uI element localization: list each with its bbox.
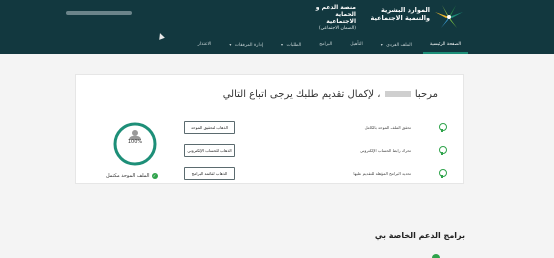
mouse-cursor-icon <box>157 32 165 40</box>
nav-item-label: الصفحة الرئيسية <box>429 42 461 47</box>
platform-title-text: منصة الدعم و الحماية الاجتماعية <box>315 4 356 25</box>
nav-item-home[interactable]: الصفحة الرئيسية <box>421 41 470 54</box>
chevron-down-icon: ▾ <box>281 42 284 47</box>
go-to-unified-profile-button[interactable]: الذهاب لتحقيق الموحد <box>184 121 235 134</box>
nav-item-qualification[interactable]: التأهيل <box>341 41 372 54</box>
go-to-electronic-account-button[interactable]: الذهاب للحساب الإلكتروني <box>184 144 235 157</box>
nav-item-label: الملف الفردي <box>386 43 412 48</box>
nav-item-requests[interactable]: الطلبات ▾ <box>272 41 310 54</box>
ministry-name: الموارد البشرية والتنمية الاجتماعية <box>370 6 430 22</box>
platform-title[interactable]: منصة الدعم و الحماية الاجتماعية (الضمان … <box>304 4 356 32</box>
go-to-programs-list-button[interactable]: الذهاب لقائمة البرامج <box>184 167 235 180</box>
nav-item-label: الطلبات <box>286 43 302 48</box>
welcome-suffix: ، لإكمال تقديم طلبك يرجى اتباع التالي <box>222 89 381 100</box>
chevron-down-icon: ▾ <box>380 42 383 47</box>
check-circle-icon: ✓ <box>151 173 158 179</box>
nav-item-label: البرامج <box>319 42 333 47</box>
lightbulb-icon <box>439 168 447 178</box>
lightbulb-icon <box>439 145 447 155</box>
step-item: تحرك رابط الحساب الإلكتروني <box>359 144 447 156</box>
nav-item-label: إدارة المرفقات <box>234 43 263 48</box>
nav-item-label: التأهيل <box>350 42 363 47</box>
step-text: تحديد البرامج المؤهلة للتقديم عليها <box>353 170 411 176</box>
profile-complete-status: ✓ الملف الموحد مكتمل <box>106 173 158 179</box>
main-navigation: الصفحة الرئيسية الملف الفردي ▾ التأهيل ا… <box>189 41 470 54</box>
welcome-prefix: مرحبا <box>414 89 438 100</box>
nav-item-individual-profile[interactable]: الملف الفردي ▾ <box>372 41 421 54</box>
nav-item-attachments[interactable]: إدارة المرفقات ▾ <box>220 41 272 54</box>
platform-subtitle: (الضمان الاجتماعي) <box>318 26 356 31</box>
step-item: تحقق الملف الموحد بالكامل <box>364 121 447 133</box>
application-steps-card: مرحبا ، لإكمال تقديم طلبك يرجى اتباع الت… <box>75 74 464 184</box>
top-header: منصة الدعم و الحماية الاجتماعية (الضمان … <box>0 0 554 54</box>
nav-item-label: الاعتذار <box>197 42 212 47</box>
step-item: تحديد البرامج المؤهلة للتقديم عليها <box>353 167 447 179</box>
progress-percent: 100% <box>127 139 143 145</box>
program-logo-icon <box>432 254 440 258</box>
nav-item-programs[interactable]: البرامج <box>310 41 341 54</box>
support-programs-heading: برامج الدعم الخاصة بي <box>374 231 465 240</box>
nav-item-apology[interactable]: الاعتذار <box>189 41 221 54</box>
ministry-logo-icon[interactable] <box>432 3 466 33</box>
profile-complete-label: الملف الموحد مكتمل <box>106 173 150 179</box>
chevron-down-icon: ▾ <box>229 42 232 47</box>
lightbulb-icon <box>439 122 447 132</box>
masked-user-name <box>66 11 132 15</box>
profile-progress-ring: 100% <box>112 121 158 167</box>
step-text: تحرك رابط الحساب الإلكتروني <box>359 147 411 153</box>
step-text: تحقق الملف الموحد بالكامل <box>364 124 411 130</box>
welcome-message: مرحبا ، لإكمال تقديم طلبك يرجى اتباع الت… <box>223 89 438 100</box>
masked-user-name <box>384 91 411 97</box>
